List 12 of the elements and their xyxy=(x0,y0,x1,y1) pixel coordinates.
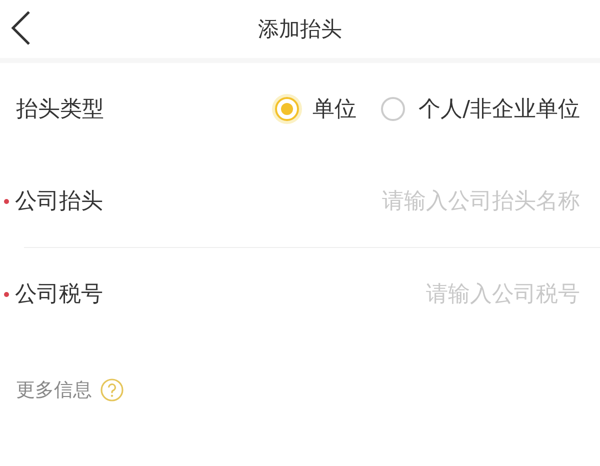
field-label: 公司税号 xyxy=(15,280,103,308)
radio-button[interactable] xyxy=(274,97,299,121)
option-label[interactable]: 个人/非企业单位 xyxy=(418,92,580,126)
field-label: 抬头类型 xyxy=(16,96,104,124)
option-label[interactable]: 单位 xyxy=(312,92,357,126)
more-info-label: 更多信息 xyxy=(16,378,92,403)
back-icon xyxy=(10,10,32,46)
back-button[interactable] xyxy=(10,10,32,46)
field-label: 公司抬头 xyxy=(15,188,103,216)
page-title: 添加抬头 xyxy=(258,18,342,40)
help-icon[interactable] xyxy=(100,378,124,402)
radio-button[interactable] xyxy=(380,97,405,121)
